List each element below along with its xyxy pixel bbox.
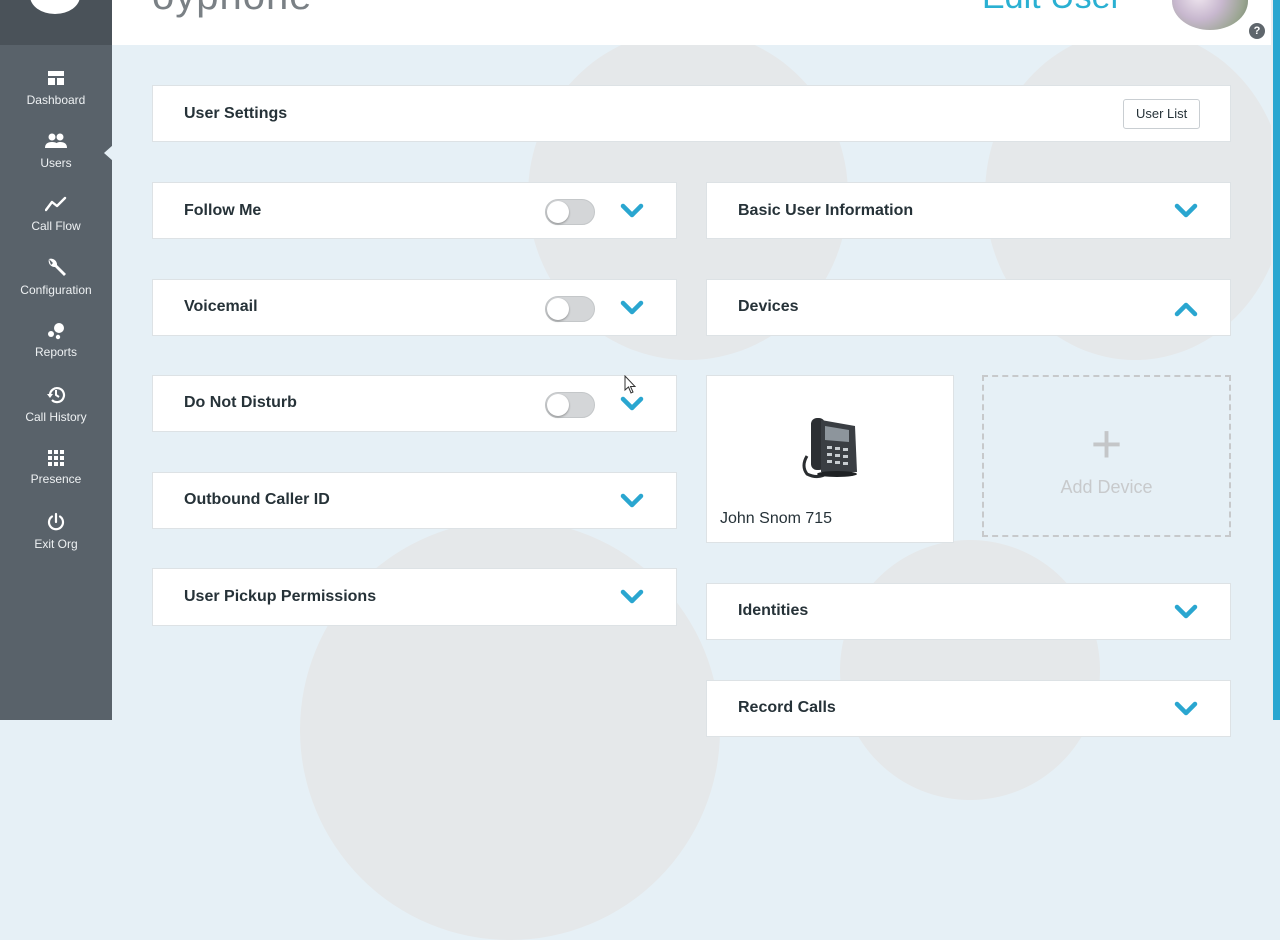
chevron-down-icon[interactable] bbox=[1174, 203, 1198, 219]
sidebar-item-presence[interactable]: Presence bbox=[0, 449, 112, 509]
help-icon[interactable]: ? bbox=[1249, 23, 1265, 39]
users-icon bbox=[45, 133, 67, 148]
sidebar-item-label: Presence bbox=[30, 472, 82, 486]
chevron-down-icon[interactable] bbox=[620, 589, 644, 605]
section-title: Voicemail bbox=[184, 298, 258, 315]
section-title: User Pickup Permissions bbox=[184, 588, 377, 605]
devices-section[interactable]: Devices bbox=[706, 279, 1231, 336]
section-title: Identities bbox=[738, 602, 809, 619]
do-not-disturb-toggle[interactable] bbox=[545, 392, 595, 418]
sidebar-item-label: Call History bbox=[25, 410, 87, 424]
sidebar-item-dashboard[interactable]: Dashboard bbox=[0, 70, 112, 130]
active-indicator bbox=[104, 145, 113, 161]
voicemail-toggle[interactable] bbox=[545, 296, 595, 322]
sidebar: Dashboard Users Call Flow Configuration … bbox=[0, 0, 112, 720]
sidebar-item-call-flow[interactable]: Call Flow bbox=[0, 196, 112, 256]
chevron-down-icon[interactable] bbox=[620, 203, 644, 219]
scrollbar-thumb[interactable] bbox=[1273, 0, 1280, 720]
sidebar-item-label: Configuration bbox=[20, 283, 92, 297]
sidebar-item-exit-org[interactable]: Exit Org bbox=[0, 512, 112, 572]
section-title: Record Calls bbox=[738, 699, 836, 716]
follow-me-section[interactable]: Follow Me bbox=[152, 182, 677, 239]
chevron-up-icon[interactable] bbox=[1174, 301, 1198, 317]
mouse-cursor-icon bbox=[624, 375, 637, 394]
sidebar-item-label: Call Flow bbox=[31, 219, 81, 233]
chevron-down-icon[interactable] bbox=[620, 396, 644, 412]
do-not-disturb-section[interactable]: Do Not Disturb bbox=[152, 375, 677, 432]
sidebar-item-label: Exit Org bbox=[34, 537, 78, 551]
identities-section[interactable]: Identities bbox=[706, 583, 1231, 640]
section-title: Do Not Disturb bbox=[184, 394, 297, 411]
section-title: Devices bbox=[738, 298, 799, 315]
power-icon bbox=[47, 512, 65, 531]
top-header: oyphone Edit User ? bbox=[112, 0, 1280, 45]
record-calls-section[interactable]: Record Calls bbox=[706, 680, 1231, 737]
add-device-button[interactable]: + Add Device bbox=[982, 375, 1231, 537]
sidebar-item-label: Dashboard bbox=[26, 93, 86, 107]
voicemail-section[interactable]: Voicemail bbox=[152, 279, 677, 336]
chevron-down-icon[interactable] bbox=[1174, 701, 1198, 717]
plus-icon: + bbox=[1090, 414, 1123, 474]
chevron-down-icon[interactable] bbox=[1174, 604, 1198, 620]
background-circle bbox=[840, 540, 1100, 800]
chevron-down-icon[interactable] bbox=[620, 493, 644, 509]
logo-area bbox=[0, 0, 112, 45]
section-title: Basic User Information bbox=[738, 202, 914, 219]
chat-logo-icon[interactable] bbox=[30, 0, 80, 14]
user-list-button[interactable]: User List bbox=[1123, 99, 1201, 129]
user-settings-card: User Settings User List bbox=[152, 85, 1231, 142]
sidebar-item-label: Reports bbox=[34, 345, 78, 359]
history-icon bbox=[47, 387, 66, 404]
sidebar-item-configuration[interactable]: Configuration bbox=[0, 257, 112, 317]
add-device-label: Add Device bbox=[1060, 477, 1153, 497]
sidebar-item-users[interactable]: Users bbox=[0, 133, 112, 193]
call-flow-icon bbox=[45, 196, 67, 212]
section-title: Follow Me bbox=[184, 202, 262, 219]
avatar[interactable] bbox=[1172, 0, 1248, 30]
reports-icon bbox=[48, 323, 64, 340]
grid-icon bbox=[48, 450, 64, 466]
sidebar-item-label: Users bbox=[40, 156, 72, 170]
basic-user-information-section[interactable]: Basic User Information bbox=[706, 182, 1231, 239]
user-settings-title: User Settings bbox=[184, 105, 288, 122]
device-card[interactable]: John Snom 715 bbox=[706, 375, 954, 543]
sidebar-item-reports[interactable]: Reports bbox=[0, 322, 112, 382]
page-title: Edit User bbox=[982, 0, 1122, 17]
sidebar-item-call-history[interactable]: Call History bbox=[0, 385, 112, 445]
wrench-icon bbox=[48, 258, 66, 276]
desk-phone-icon bbox=[802, 418, 857, 479]
outbound-caller-id-section[interactable]: Outbound Caller ID bbox=[152, 472, 677, 529]
user-pickup-permissions-section[interactable]: User Pickup Permissions bbox=[152, 568, 677, 626]
device-name: John Snom 715 bbox=[720, 510, 833, 527]
chevron-down-icon[interactable] bbox=[620, 300, 644, 316]
section-title: Outbound Caller ID bbox=[184, 491, 330, 508]
follow-me-toggle[interactable] bbox=[545, 199, 595, 225]
brand-logo-text: oyphone bbox=[152, 0, 312, 19]
dashboard-icon bbox=[48, 71, 64, 85]
